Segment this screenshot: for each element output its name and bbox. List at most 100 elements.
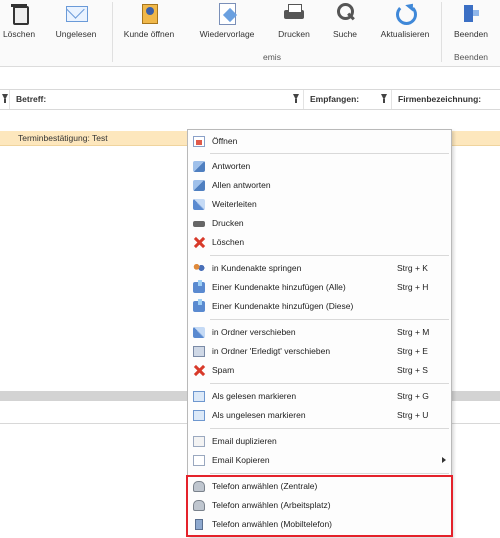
- refresh-button[interactable]: Aktualisieren: [377, 2, 433, 42]
- menu-item-label: Telefon anwählen (Mobiltelefon): [212, 519, 333, 529]
- menu-item-move-to-folder[interactable]: in Ordner verschieben Strg + M: [190, 323, 449, 342]
- menu-item-label: in Ordner 'Erledigt' verschieben: [212, 346, 331, 356]
- menu-separator: [210, 383, 449, 384]
- menu-item-label: Weiterleiten: [212, 199, 257, 209]
- menu-separator: [210, 319, 449, 320]
- column-header-received-label: Empfangen:: [310, 94, 360, 104]
- menu-item-open[interactable]: Öffnen: [190, 132, 449, 151]
- menu-separator: [210, 473, 449, 474]
- delete-button-label: Löschen: [2, 29, 36, 39]
- unread-button[interactable]: Ungelesen: [54, 2, 98, 42]
- menu-item-label: Antworten: [212, 161, 251, 171]
- menu-item-label: Email Kopieren: [212, 455, 270, 465]
- menu-item-label: in Kundenakte springen: [212, 263, 302, 273]
- menu-item-duplicate-email[interactable]: Email duplizieren: [190, 432, 449, 451]
- delete-button[interactable]: Löschen: [3, 2, 35, 42]
- column-header-subject[interactable]: Betreff:: [10, 90, 304, 109]
- menu-separator: [210, 255, 449, 256]
- menu-item-shortcut: Strg + U: [397, 410, 429, 420]
- menu-item-delete[interactable]: Löschen: [190, 233, 449, 252]
- ribbon-separator: [441, 2, 442, 62]
- menu-item-shortcut: Strg + G: [397, 391, 429, 401]
- resubmission-button[interactable]: Wiedervorlage: [196, 2, 258, 42]
- done-folder-icon: [193, 346, 205, 357]
- resubmission-icon: [216, 2, 238, 25]
- menu-item-call-central[interactable]: Telefon anwählen (Zentrale): [190, 477, 449, 496]
- menu-item-shortcut: Strg + E: [397, 346, 428, 356]
- phone-icon: [193, 481, 205, 492]
- menu-item-print[interactable]: Drucken: [190, 214, 449, 233]
- exit-button[interactable]: Beenden: [452, 2, 490, 42]
- menu-item-mark-unread[interactable]: Als ungelesen markieren Strg + U: [190, 406, 449, 425]
- menu-item-forward[interactable]: Weiterleiten: [190, 195, 449, 214]
- menu-item-label: Als gelesen markieren: [212, 391, 297, 401]
- menu-item-label: Öffnen: [212, 136, 238, 146]
- menu-item-mark-read[interactable]: Als gelesen markieren Strg + G: [190, 387, 449, 406]
- menu-item-call-mobile[interactable]: Telefon anwählen (Mobiltelefon): [190, 515, 449, 534]
- filter-icon[interactable]: [2, 94, 8, 103]
- menu-item-copy-email[interactable]: Email Kopieren: [190, 451, 449, 470]
- menu-item-label: Drucken: [212, 218, 244, 228]
- open-icon: [193, 136, 205, 147]
- menu-item-shortcut: Strg + H: [397, 282, 429, 292]
- menu-item-label: Email duplizieren: [212, 436, 277, 446]
- reply-icon: [193, 161, 205, 172]
- duplicate-icon: [193, 436, 205, 447]
- context-menu: Öffnen Antworten Allen antworten Weiterl…: [187, 129, 452, 537]
- menu-item-label: Spam: [212, 365, 235, 375]
- column-header-company[interactable]: Firmenbezeichnung:: [392, 90, 500, 109]
- exit-button-label: Beenden: [453, 29, 489, 39]
- copy-icon: [193, 455, 205, 466]
- ribbon-group-label-emis: emis: [263, 52, 281, 62]
- row-subject: Terminbestätigung: Test: [18, 133, 108, 143]
- trash-icon: [8, 2, 30, 25]
- resubmission-button-label: Wiedervorlage: [199, 29, 255, 39]
- menu-item-shortcut: Strg + M: [397, 327, 430, 337]
- ribbon-group-label-beenden: Beenden: [454, 52, 489, 62]
- magnifier-icon: [334, 2, 356, 24]
- print-button[interactable]: Drucken: [276, 2, 312, 42]
- mail-list-header: Betreff: Empfangen: Firmenbezeichnung:: [0, 89, 500, 110]
- menu-item-call-workplace[interactable]: Telefon anwählen (Arbeitsplatz): [190, 496, 449, 515]
- menu-item-move-to-done[interactable]: in Ordner 'Erledigt' verschieben Strg + …: [190, 342, 449, 361]
- refresh-icon: [394, 2, 417, 25]
- printer-icon: [193, 221, 205, 227]
- phone-icon: [193, 500, 205, 511]
- open-customer-button-label: Kunde öffnen: [123, 29, 175, 39]
- filter-icon[interactable]: [293, 94, 299, 103]
- open-customer-button[interactable]: Kunde öffnen: [121, 2, 177, 42]
- column-header-received[interactable]: Empfangen:: [304, 90, 392, 109]
- mark-unread-icon: [193, 410, 205, 421]
- delete-icon: [193, 237, 205, 248]
- refresh-button-label: Aktualisieren: [380, 29, 430, 39]
- menu-separator: [210, 153, 449, 154]
- menu-item-label: in Ordner verschieben: [212, 327, 296, 337]
- forward-icon: [193, 199, 205, 210]
- add-to-file-icon: [193, 280, 205, 293]
- search-button[interactable]: Suche: [331, 2, 359, 42]
- menu-item-shortcut: Strg + K: [397, 263, 428, 273]
- unread-button-label: Ungelesen: [55, 29, 97, 39]
- column-header-company-label: Firmenbezeichnung:: [398, 94, 482, 104]
- ribbon-toolbar: Löschen Ungelesen Kunde öffnen Wiedervor…: [0, 0, 500, 67]
- column-header-subject-label: Betreff:: [16, 94, 47, 104]
- filter-icon[interactable]: [381, 94, 387, 103]
- menu-item-label: Einer Kundenakte hinzufügen (Alle): [212, 282, 346, 292]
- menu-item-reply[interactable]: Antworten: [190, 157, 449, 176]
- mark-read-icon: [193, 391, 205, 402]
- customers-icon: [193, 263, 205, 274]
- submenu-arrow-icon: [442, 457, 446, 463]
- menu-item-add-to-customer-all[interactable]: Einer Kundenakte hinzufügen (Alle) Strg …: [190, 278, 449, 297]
- menu-item-reply-all[interactable]: Allen antworten: [190, 176, 449, 195]
- menu-item-jump-to-customer[interactable]: in Kundenakte springen Strg + K: [190, 259, 449, 278]
- ribbon-separator: [112, 2, 113, 62]
- menu-item-label: Einer Kundenakte hinzufügen (Diese): [212, 301, 354, 311]
- reply-all-icon: [193, 180, 205, 191]
- menu-item-add-to-customer-this[interactable]: Einer Kundenakte hinzufügen (Diese): [190, 297, 449, 316]
- menu-item-spam[interactable]: Spam Strg + S: [190, 361, 449, 380]
- column-header-flag[interactable]: [0, 90, 10, 109]
- menu-item-label: Als ungelesen markieren: [212, 410, 306, 420]
- add-to-file-icon: [193, 299, 205, 312]
- customer-file-icon: [138, 2, 160, 24]
- menu-item-label: Telefon anwählen (Arbeitsplatz): [212, 500, 331, 510]
